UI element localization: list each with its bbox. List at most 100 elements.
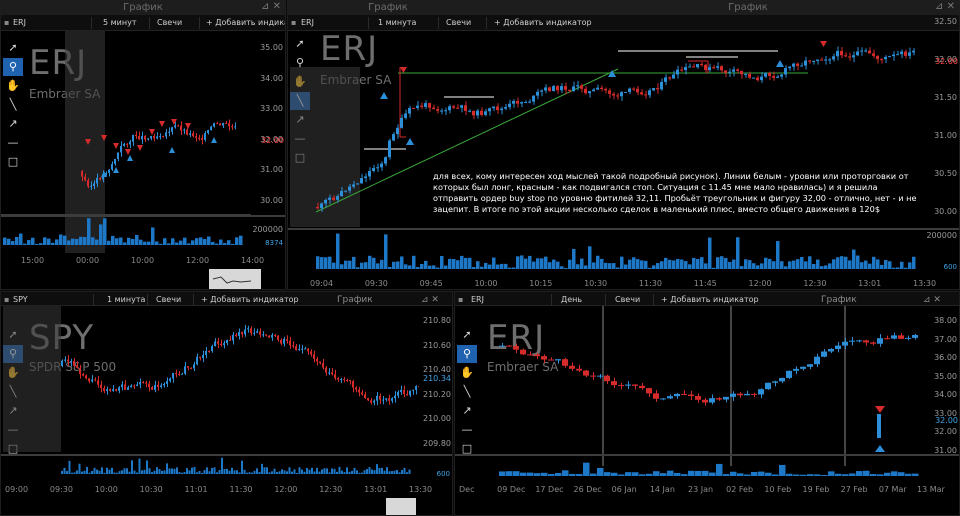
link-icon[interactable]: ▪ (458, 295, 463, 304)
volume-bar (196, 472, 198, 474)
symbol-field[interactable]: ERJ (13, 18, 26, 27)
candle-body (552, 86, 555, 92)
volume-bar (76, 470, 78, 474)
time-tick-label: 10:00 (131, 256, 155, 265)
volume-separator[interactable] (1, 454, 452, 456)
price-tick-label: 34.00 (260, 73, 283, 83)
pin-icon[interactable]: ⊿ (261, 1, 269, 12)
price-tick-label: 34.00 (934, 390, 957, 399)
sell-marker (159, 121, 165, 127)
volume-bar (716, 257, 720, 269)
volume-bar (640, 260, 644, 269)
time-tick-label: 02 Feb (726, 485, 754, 494)
volume-separator[interactable] (288, 228, 959, 230)
volume-separator[interactable] (1, 215, 285, 217)
candle-body (541, 356, 547, 360)
volume-bar (123, 468, 126, 474)
window-controls[interactable]: ⊿ ✕ (261, 1, 281, 12)
interval-select[interactable]: 1 минута (107, 295, 145, 304)
volume-bar (87, 218, 91, 245)
candle-body (103, 388, 105, 392)
volume-bar (166, 463, 168, 474)
volume-bar (351, 470, 353, 474)
candle-body (79, 367, 81, 374)
volume-bar (186, 468, 188, 474)
candle-body (604, 375, 610, 382)
close-icon[interactable]: ✕ (273, 1, 281, 12)
navigator[interactable] (1, 269, 286, 289)
volume-bar (588, 246, 592, 269)
candle-body (568, 89, 571, 91)
candle-body (764, 72, 767, 77)
volume-bar (388, 266, 392, 269)
add-indicator-button[interactable]: + Добавить индикатор (206, 18, 285, 27)
candle-body (271, 334, 273, 338)
window-controls[interactable]: ⊿ ✕ (923, 295, 941, 305)
candle-body (172, 373, 174, 379)
volume-bar (884, 259, 888, 269)
volume-bar (820, 266, 824, 269)
volume-bar (281, 469, 283, 474)
chart-type-select[interactable]: Свечи (156, 295, 181, 304)
candle-body (162, 136, 164, 138)
volume-bar (139, 239, 143, 245)
candle-body (201, 138, 203, 140)
volume-bar (378, 467, 381, 474)
price-chart[interactable] (288, 17, 923, 271)
navigator[interactable] (1, 498, 453, 516)
volume-bar (276, 472, 278, 474)
volume-bar (208, 471, 211, 474)
volume-bar (188, 470, 191, 474)
volume-bar (912, 256, 916, 269)
candle-body (544, 87, 547, 91)
candle-body (274, 334, 276, 336)
volume-bar (620, 256, 624, 269)
volume-bar (628, 259, 632, 269)
candle-body (241, 332, 243, 335)
volume-separator[interactable] (455, 454, 959, 456)
window-titlebar[interactable]: График ⊿ ✕ (1, 1, 285, 15)
link-icon[interactable]: ▪ (4, 295, 9, 304)
interval-select[interactable]: День (561, 295, 582, 304)
candle-body (292, 345, 294, 347)
window-titlebar[interactable]: График График ⊿ ✕ (288, 1, 959, 15)
volume-bar (584, 265, 588, 269)
symbol-field[interactable]: SPY (13, 295, 28, 304)
add-indicator-button[interactable]: + Добавить индикатор (661, 295, 759, 304)
candle-body (416, 105, 419, 109)
close-icon[interactable]: ✕ (947, 1, 955, 12)
window-controls[interactable]: ⊿ ✕ (421, 295, 439, 305)
candle-body (456, 107, 459, 109)
volume-bar (760, 263, 764, 269)
candle-body (656, 88, 659, 90)
volume-bar (241, 460, 243, 474)
link-icon[interactable]: ▪ (4, 18, 9, 27)
sell-marker (113, 143, 119, 149)
candle-body (82, 373, 84, 376)
candle-body (524, 102, 527, 104)
volume-bar (700, 257, 704, 269)
chart-type-select[interactable]: Свечи (157, 18, 182, 27)
buy-marker (776, 60, 784, 67)
candle-body (695, 396, 701, 400)
interval-select[interactable]: 5 минут (103, 18, 137, 27)
volume-bar (768, 258, 772, 269)
volume-bar (333, 468, 336, 474)
candle-body (168, 131, 170, 133)
candle-body (295, 346, 297, 351)
candle-body (807, 364, 813, 367)
symbol-field[interactable]: ERJ (471, 295, 484, 304)
price-chart[interactable] (1, 31, 251, 253)
pin-icon[interactable]: ⊿ (935, 1, 943, 12)
window-controls[interactable]: ⊿ ✕ (935, 1, 955, 12)
add-indicator-button[interactable]: + Добавить индикатор (201, 295, 299, 304)
candle-body (484, 111, 487, 115)
volume-bar (516, 256, 520, 269)
volume-bar (288, 467, 291, 474)
chart-type-select[interactable]: Свечи (615, 295, 640, 304)
time-tick-label: 14:00 (241, 256, 265, 265)
volume-bar (384, 234, 388, 269)
volume-bar (401, 470, 403, 474)
candle-body (732, 69, 735, 72)
candle-body (328, 197, 331, 200)
